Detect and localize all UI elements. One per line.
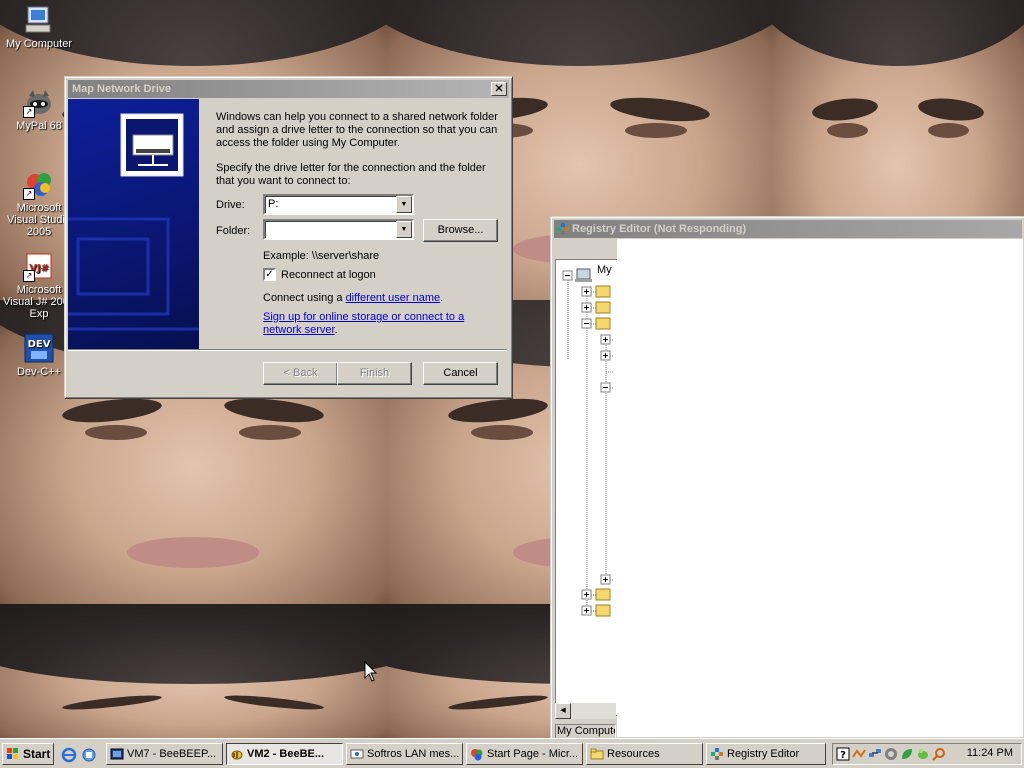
- signup-online-storage-link[interactable]: Sign up for online storage or connect to…: [263, 311, 464, 336]
- antivirus-icon[interactable]: [884, 747, 898, 761]
- taskbar-button-label: VM7 - BeeBEEP...: [127, 748, 217, 760]
- drive-value: P:: [268, 198, 279, 210]
- folder-icon: [590, 747, 604, 761]
- search-icon[interactable]: [932, 747, 946, 761]
- drive-dropdown-arrow-icon[interactable]: ▼: [396, 196, 412, 213]
- taskbar-button-label: Softros LAN mes...: [367, 748, 460, 760]
- registry-editor-window[interactable]: Registry Editor (Not Responding) My ◀ My…: [550, 216, 1024, 740]
- close-icon: ✕: [494, 83, 504, 95]
- shortcut-arrow-icon: ↗: [23, 188, 35, 200]
- registry-tree-root-label[interactable]: My: [597, 264, 612, 276]
- shortcut-arrow-icon: ↗: [23, 106, 35, 118]
- drive-label: Drive:: [216, 199, 245, 211]
- beebeep-icon: [230, 747, 244, 761]
- map-network-drive-dialog[interactable]: Map Network Drive ✕ Windows can help you…: [64, 76, 513, 399]
- folder-label: Folder:: [216, 225, 251, 237]
- taskbar: Start VM7 - BeeBEEP... VM2 - BeeBE... So…: [0, 738, 1024, 768]
- start-button[interactable]: Start: [2, 743, 54, 765]
- back-button[interactable]: < Back: [263, 362, 338, 385]
- taskbar-button-vm7[interactable]: VM7 - BeeBEEP...: [106, 743, 223, 765]
- mypal-raccoon-icon: ↗: [23, 86, 55, 118]
- registry-values-pane[interactable]: [617, 239, 1023, 737]
- registry-editor-title: Registry Editor (Not Responding): [572, 223, 747, 235]
- dialog-separator: [68, 349, 507, 351]
- taskbar-button-label: Registry Editor: [727, 748, 800, 760]
- vjsharp-icon: VJ# ↗: [23, 250, 55, 282]
- shortcut-arrow-icon: ↗: [23, 270, 35, 282]
- browse-button[interactable]: Browse...: [423, 219, 498, 242]
- green-leaf-icon[interactable]: [900, 747, 914, 761]
- start-label: Start: [23, 747, 51, 761]
- finish-button[interactable]: Finish: [337, 362, 412, 385]
- folder-combobox[interactable]: ▼: [263, 219, 414, 240]
- softros-messenger-icon: [350, 747, 364, 761]
- dialog-intro-text: Windows can help you connect to a shared…: [216, 111, 498, 149]
- my-computer-icon: [23, 4, 55, 36]
- desktop-icon-my-computer[interactable]: My Computer: [1, 4, 77, 50]
- cancel-button[interactable]: Cancel: [423, 362, 498, 385]
- registry-status-bar: My Computer: [555, 724, 616, 739]
- taskbar-button-registry-editor[interactable]: Registry Editor: [706, 743, 826, 765]
- svg-text:DEV: DEV: [28, 339, 51, 350]
- internet-explorer-icon[interactable]: [61, 747, 77, 763]
- taskbar-button-resources[interactable]: Resources: [586, 743, 703, 765]
- taskbar-button-label: Resources: [607, 748, 660, 760]
- vm-window-icon: [110, 747, 124, 761]
- bee-app-icon[interactable]: [916, 747, 930, 761]
- svg-text:?: ?: [840, 750, 846, 761]
- registry-tree-pane[interactable]: My: [555, 259, 618, 716]
- registry-status-text: My Computer: [557, 725, 615, 737]
- registry-horizontal-scrollbar[interactable]: ◀: [555, 703, 616, 719]
- visual-studio-icon: [470, 747, 484, 761]
- registry-icon: [710, 747, 724, 761]
- connect-using-text: Connect using a different user name.: [263, 292, 443, 305]
- network-drive-banner-icon: [68, 113, 199, 331]
- taskbar-button-vm2[interactable]: VM2 - BeeBE...: [226, 743, 343, 765]
- checkmark-icon: ✓: [265, 269, 274, 280]
- registry-icon: [556, 222, 570, 236]
- taskbar-button-softros[interactable]: Softros LAN mes...: [346, 743, 463, 765]
- devcpp-icon: DEV: [23, 332, 55, 364]
- reconnect-checkbox[interactable]: ✓: [263, 268, 276, 281]
- signup-suffix: .: [334, 324, 338, 336]
- reconnect-label[interactable]: Reconnect at logon: [281, 269, 376, 282]
- desktop-icon-label: My Computer: [5, 38, 73, 50]
- network-status-icon[interactable]: [852, 747, 866, 761]
- network-connection-icon[interactable]: [868, 747, 882, 761]
- taskbar-button-start-page[interactable]: Start Page - Micr...: [466, 743, 583, 765]
- windows-logo-icon: [6, 747, 20, 761]
- dialog-titlebar[interactable]: Map Network Drive ✕: [68, 80, 509, 98]
- different-user-name-link[interactable]: different user name: [346, 292, 441, 304]
- mouse-cursor-icon: [364, 661, 378, 682]
- drive-combobox[interactable]: P: ▼: [263, 194, 414, 215]
- clock[interactable]: 11:24 PM: [967, 747, 1013, 759]
- help-icon[interactable]: ?: [836, 747, 850, 761]
- close-button[interactable]: ✕: [491, 82, 507, 96]
- taskbar-button-label: Start Page - Micr...: [487, 748, 579, 760]
- visual-studio-icon: ↗: [23, 168, 55, 200]
- system-tray: ? 11:24 PM: [832, 743, 1022, 765]
- dialog-instruction-text: Specify the drive letter for the connect…: [216, 162, 486, 187]
- example-text: Example: \\server\share: [263, 250, 380, 262]
- taskbar-button-label: VM2 - BeeBE...: [247, 748, 325, 760]
- folder-dropdown-arrow-icon[interactable]: ▼: [396, 221, 412, 238]
- wallpaper-tile: [0, 604, 386, 738]
- scroll-left-button[interactable]: ◀: [555, 703, 571, 719]
- dialog-title: Map Network Drive: [72, 83, 172, 95]
- wizard-banner: [68, 99, 199, 349]
- signup-text: Sign up for online storage or connect to…: [263, 311, 483, 337]
- connect-using-prefix: Connect using a: [263, 292, 346, 304]
- registry-editor-titlebar[interactable]: Registry Editor (Not Responding): [554, 220, 1022, 238]
- connect-using-suffix: .: [440, 292, 444, 304]
- registry-tree[interactable]: [556, 260, 617, 715]
- show-desktop-icon[interactable]: [81, 747, 97, 763]
